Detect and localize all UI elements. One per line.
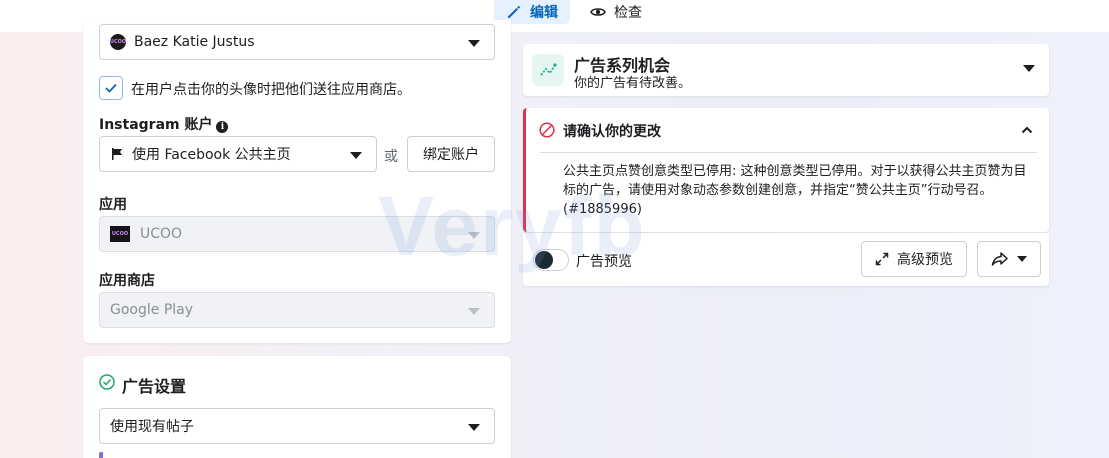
section-accent — [99, 452, 103, 458]
tab-inspect-label: 检查 — [614, 5, 642, 21]
tab-inspect[interactable]: 检查 — [578, 0, 658, 24]
page-avatar: UCOO — [110, 34, 126, 50]
trend-icon — [532, 54, 564, 86]
share-button[interactable] — [977, 241, 1041, 277]
chevron-down-icon — [1017, 256, 1027, 262]
opportunity-subtitle: 你的广告有待改善。 — [574, 76, 692, 91]
flag-icon — [112, 148, 122, 160]
confirm-changes-card: 请确认你的更改 公共主页点赞创意类型已停用: 这种创意类型已停用。对于以获得公共… — [523, 108, 1049, 232]
eye-icon — [590, 8, 606, 16]
advanced-preview-label: 高级预览 — [897, 252, 953, 268]
instagram-label: Instagram 账户 i — [99, 114, 229, 134]
toggle-knob — [535, 251, 553, 269]
chevron-down-icon — [468, 232, 480, 239]
send-to-store-label: 在用户点击你的头像时把他们送往应用商店。 — [131, 82, 411, 98]
instagram-label-text: Instagram 账户 — [99, 117, 213, 133]
app-label: 应用 — [99, 197, 127, 213]
app-value: UCOO — [140, 226, 183, 242]
app-store-select[interactable]: Google Play — [99, 292, 495, 328]
or-text: 或 — [384, 149, 398, 165]
app-icon: UCOO — [110, 226, 130, 242]
check-icon — [105, 83, 117, 93]
campaign-opportunity-card[interactable]: 广告系列机会 你的广告有待改善。 — [523, 44, 1049, 96]
check-circle-icon — [99, 374, 115, 390]
chevron-down-icon — [468, 40, 480, 47]
app-store-label: 应用商店 — [99, 273, 155, 289]
instagram-account-select[interactable]: 使用 Facebook 公共主页 — [99, 136, 377, 172]
info-icon[interactable]: i — [216, 121, 229, 133]
tab-edit-label: 编辑 — [530, 5, 558, 21]
post-source-select[interactable]: 使用现有帖子 — [99, 408, 495, 444]
app-store-value: Google Play — [110, 302, 194, 318]
chevron-down-icon — [468, 424, 480, 431]
divider — [540, 152, 1037, 153]
bind-account-label: 绑定账户 — [423, 147, 479, 163]
app-select[interactable]: UCOO UCOO — [99, 216, 495, 252]
chevron-up-icon[interactable] — [1021, 125, 1033, 135]
error-title: 请确认你的更改 — [563, 124, 661, 140]
instagram-account-value: 使用 Facebook 公共主页 — [132, 147, 291, 163]
ad-settings-title: 广告设置 — [122, 377, 187, 396]
ad-preview-bar: 广告预览 高级预览 — [523, 233, 1049, 286]
pencil-icon — [508, 5, 521, 18]
bind-account-button[interactable]: 绑定账户 — [407, 136, 495, 172]
ad-preview-label: 广告预览 — [576, 254, 632, 270]
send-to-store-checkbox[interactable] — [99, 76, 123, 100]
ad-preview-toggle[interactable] — [533, 249, 569, 271]
share-icon — [991, 252, 1008, 266]
chevron-down-icon — [468, 308, 480, 315]
chevron-down-icon[interactable] — [1023, 65, 1035, 72]
post-source-value: 使用现有帖子 — [110, 419, 194, 435]
advanced-preview-button[interactable]: 高级预览 — [861, 241, 967, 277]
chevron-down-icon — [350, 152, 362, 159]
facebook-page-select[interactable]: UCOO Baez Katie Justus — [99, 24, 495, 60]
error-message: 公共主页点赞创意类型已停用: 这种创意类型已停用。对于以获得公共主页赞为目标的广… — [563, 164, 1027, 217]
prohibited-icon — [539, 122, 555, 138]
expand-icon — [875, 252, 889, 266]
facebook-page-value: Baez Katie Justus — [134, 34, 255, 50]
